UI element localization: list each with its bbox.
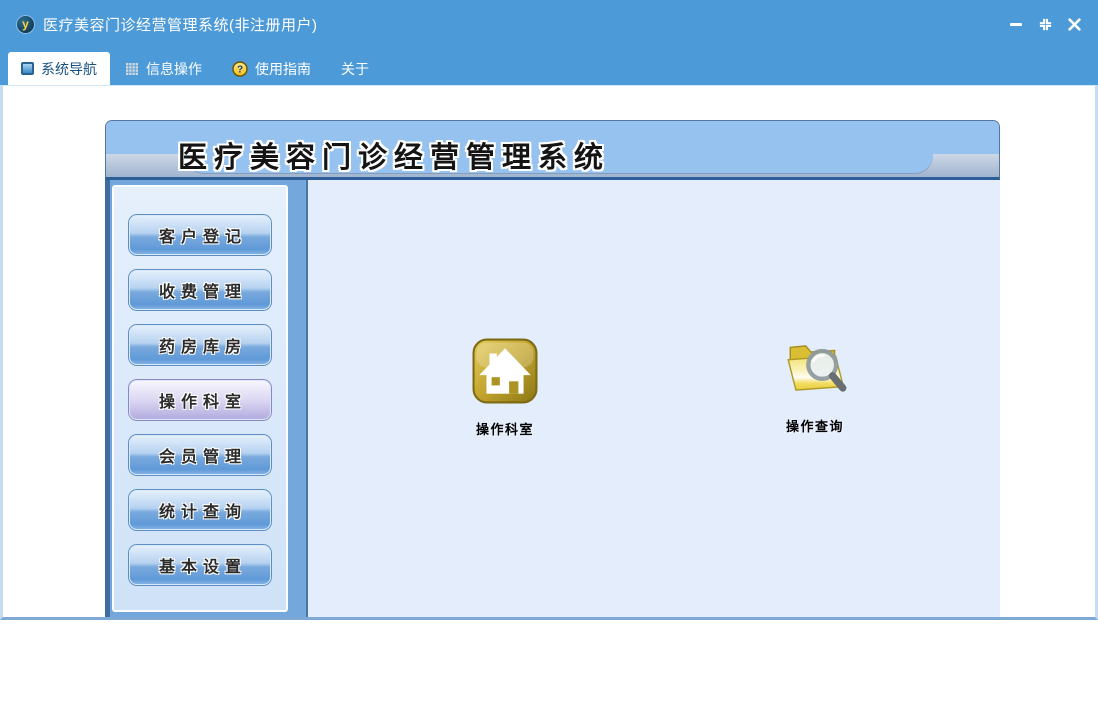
banner-title: 医疗美容门诊经营管理系统 [178, 142, 611, 174]
restore-icon [1039, 18, 1051, 30]
titlebar: y 医疗美容门诊经营管理系统(非注册用户) [0, 0, 1098, 48]
sidebar-button-customer-register[interactable]: 客户登记 [129, 215, 271, 255]
close-button[interactable] [1066, 16, 1082, 32]
tab-page: 医疗美容门诊经营管理系统 客户登记 收费管理 药房库房 操作科室 会员管理 统计… [0, 85, 1098, 620]
tab-system-navigation[interactable]: 系统导航 [8, 52, 110, 85]
shortcut-operation-department[interactable]: 操作科室 [445, 338, 565, 438]
window-title: 医疗美容门诊经营管理系统(非注册用户) [43, 16, 318, 34]
minimize-button[interactable] [1008, 16, 1024, 32]
banner: 医疗美容门诊经营管理系统 [105, 120, 1000, 180]
sidebar-button-pharmacy-warehouse[interactable]: 药房库房 [129, 325, 271, 365]
shortcut-label: 操作查询 [785, 419, 844, 434]
close-icon [1067, 17, 1081, 31]
shortcut-label: 操作科室 [475, 422, 534, 437]
sidebar-button-member-management[interactable]: 会员管理 [129, 435, 271, 475]
window-controls [1008, 16, 1082, 32]
tab-bar: 系统导航 信息操作 ? 使用指南 关于 [0, 48, 1098, 85]
tab-label: 关于 [341, 60, 369, 77]
tab-label: 系统导航 [41, 60, 97, 77]
grid-icon [126, 62, 138, 75]
svg-text:?: ? [237, 64, 243, 75]
sidebar-button-basic-settings[interactable]: 基本设置 [129, 545, 271, 585]
shortcut-operation-query[interactable]: 操作查询 [755, 335, 875, 435]
house-icon [472, 338, 538, 404]
tab-about[interactable]: 关于 [326, 52, 384, 85]
square-icon [21, 62, 34, 75]
tab-label: 信息操作 [146, 60, 202, 77]
folder-search-icon [787, 345, 847, 392]
help-icon: ? [232, 60, 248, 77]
module-body: 客户登记 收费管理 药房库房 操作科室 会员管理 统计查询 基本设置 操作科室 … [105, 180, 1000, 617]
tab-information-operation[interactable]: 信息操作 [110, 52, 217, 85]
sidebar-button-statistics-query[interactable]: 统计查询 [129, 490, 271, 530]
sidebar-button-fee-management[interactable]: 收费管理 [129, 270, 271, 310]
sidebar-button-operation-department[interactable]: 操作科室 [129, 380, 271, 420]
tab-label: 使用指南 [255, 60, 311, 77]
restore-button[interactable] [1037, 16, 1053, 32]
app-logo-letter: y [22, 17, 29, 31]
content-panel: 操作科室 操作查询 [306, 180, 1000, 617]
app-logo-icon: y [17, 15, 34, 33]
tab-user-guide[interactable]: ? 使用指南 [217, 52, 326, 85]
navigation-module: 医疗美容门诊经营管理系统 客户登记 收费管理 药房库房 操作科室 会员管理 统计… [105, 120, 1000, 617]
sidebar: 客户登记 收费管理 药房库房 操作科室 会员管理 统计查询 基本设置 [112, 185, 288, 612]
